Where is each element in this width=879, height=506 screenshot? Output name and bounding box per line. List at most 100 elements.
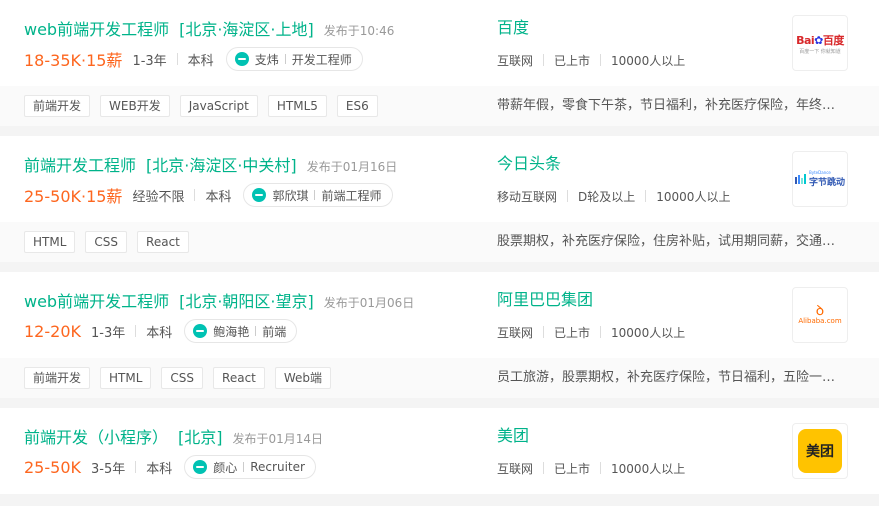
publish-time: 发布于01月14日 [232, 432, 324, 446]
company-name[interactable]: 百度 [497, 16, 685, 40]
company-stage: 已上市 [554, 325, 591, 340]
hr-name: 颜心 [213, 460, 238, 475]
job-location[interactable]: [北京] [178, 424, 223, 448]
skill-tags: 前端开发 HTML CSS React Web端 [0, 367, 341, 389]
divider [543, 326, 545, 338]
skill-tags: 前端开发 WEB开发 JavaScript HTML5 ES6 [0, 95, 388, 117]
skill-tag: HTML5 [267, 95, 327, 117]
skill-tag: React [137, 231, 189, 253]
job-card-bottom: 前端开发 WEB开发 JavaScript HTML5 ES6 带薪年假，零食下… [0, 86, 879, 126]
skill-tags: HTML CSS React [0, 231, 199, 253]
job-location[interactable]: [北京·海淀区·上地] [179, 16, 314, 40]
experience: 1-3年 [90, 325, 126, 341]
job-title[interactable]: web前端开发工程师 [24, 16, 169, 40]
job-title[interactable]: 前端开发（小程序） [24, 424, 168, 448]
company-name[interactable]: 美团 [497, 424, 685, 448]
divider [284, 54, 286, 64]
experience: 经验不限 [132, 189, 185, 205]
divider [600, 54, 602, 66]
skill-tag: HTML [100, 367, 152, 389]
education: 本科 [146, 461, 173, 477]
hr-title: 开发工程师 [291, 52, 352, 67]
job-card-top: web前端开发工程师 [北京·朝阳区·望京] 发布于01月06日 12-20K … [0, 272, 879, 358]
chat-icon [193, 460, 208, 474]
chat-icon [252, 188, 267, 202]
job-location[interactable]: [北京·海淀区·中关村] [146, 152, 297, 176]
job-card[interactable]: web前端开发工程师 [北京·海淀区·上地] 发布于10:46 18-35K·1… [0, 0, 879, 126]
chat-icon [193, 324, 208, 338]
bytedance-logo: ByteDance 字节跳动 [794, 170, 845, 188]
job-card-bottom: 前端开发 HTML CSS React Web端 员工旅游，股票期权，补充医疗保… [0, 358, 879, 398]
divider [243, 462, 245, 472]
company-size: 10000人以上 [656, 189, 731, 204]
meituan-logo: 美团 [798, 429, 842, 473]
skill-tag: ES6 [336, 95, 378, 117]
experience: 3-5年 [90, 461, 126, 477]
hr-contact-chip[interactable]: 颜心 Recruiter [184, 455, 316, 479]
divider [543, 462, 545, 474]
job-location[interactable]: [北京·朝阳区·望京] [179, 288, 314, 312]
company-logo[interactable]: Bai✿百度 百度一下 你就知道 [792, 15, 848, 71]
job-title[interactable]: web前端开发工程师 [24, 288, 169, 312]
job-card[interactable]: web前端开发工程师 [北京·朝阳区·望京] 发布于01月06日 12-20K … [0, 272, 879, 398]
company-stage: 已上市 [554, 53, 591, 68]
company-stage: D轮及以上 [578, 189, 636, 204]
job-card[interactable]: 前端开发工程师 [北京·海淀区·中关村] 发布于01月16日 25-50K·15… [0, 136, 879, 262]
job-card-top: 前端开发（小程序） [北京] 发布于01月14日 25-50K 3-5年 本科 … [0, 408, 879, 494]
hr-name: 支炜 [254, 52, 279, 67]
education: 本科 [187, 53, 214, 69]
divider [314, 190, 316, 200]
skill-tag: CSS [161, 367, 204, 389]
divider [600, 462, 602, 474]
education: 本科 [205, 189, 232, 205]
divider [176, 53, 178, 65]
welfare-text: 股票期权，补充医疗保险，住房补贴，试用期同薪，交通… [497, 234, 836, 249]
company-size: 10000人以上 [611, 461, 686, 476]
alibaba-logo: ꝺ Alibaba.com [798, 303, 842, 325]
skill-tag: WEB开发 [100, 95, 170, 117]
hr-title: 前端 [262, 324, 287, 339]
skill-tag: Web端 [274, 367, 332, 389]
company-logo[interactable]: 美团 [792, 423, 848, 479]
job-card-top: web前端开发工程师 [北京·海淀区·上地] 发布于10:46 18-35K·1… [0, 0, 879, 86]
company-stage: 已上市 [554, 461, 591, 476]
company-industry: 互联网 [497, 461, 534, 476]
chat-icon [234, 52, 249, 66]
skill-tag: JavaScript [179, 95, 258, 117]
education: 本科 [146, 325, 173, 341]
job-card-bottom: HTML CSS React 股票期权，补充医疗保险，住房补贴，试用期同薪，交通… [0, 222, 879, 262]
company-name[interactable]: 今日头条 [497, 152, 730, 176]
company-name[interactable]: 阿里巴巴集团 [497, 288, 685, 312]
job-list: web前端开发工程师 [北京·海淀区·上地] 发布于10:46 18-35K·1… [0, 0, 879, 494]
divider [543, 54, 545, 66]
divider [600, 326, 602, 338]
publish-time: 发布于10:46 [323, 24, 395, 38]
company-industry: 互联网 [497, 325, 534, 340]
job-card-top: 前端开发工程师 [北京·海淀区·中关村] 发布于01月16日 25-50K·15… [0, 136, 879, 222]
job-card[interactable]: 前端开发（小程序） [北京] 发布于01月14日 25-50K 3-5年 本科 … [0, 408, 879, 494]
divider [194, 189, 196, 201]
company-logo[interactable]: ꝺ Alibaba.com [792, 287, 848, 343]
skill-tag: 前端开发 [24, 95, 91, 117]
salary: 25-50K·15薪 [24, 187, 123, 206]
skill-tag: React [213, 367, 265, 389]
job-title[interactable]: 前端开发工程师 [24, 152, 136, 176]
hr-name: 郭欣琪 [272, 188, 309, 203]
hr-title: 前端工程师 [321, 188, 382, 203]
hr-contact-chip[interactable]: 支炜 开发工程师 [225, 47, 363, 71]
skill-tag: HTML [24, 231, 76, 253]
bytedance-bars-icon [794, 174, 806, 184]
experience: 1-3年 [132, 53, 167, 69]
skill-tag: 前端开发 [24, 367, 91, 389]
hr-contact-chip[interactable]: 鲍海艳 前端 [184, 319, 298, 343]
company-industry: 互联网 [497, 53, 534, 68]
welfare-text: 员工旅游，股票期权，补充医疗保险，节日福利，五险一… [497, 370, 836, 385]
salary: 12-20K [24, 321, 81, 341]
hr-contact-chip[interactable]: 郭欣琪 前端工程师 [243, 183, 393, 207]
company-size: 10000人以上 [611, 325, 686, 340]
divider [567, 190, 569, 202]
salary: 25-50K [24, 457, 81, 477]
salary: 18-35K·15薪 [24, 51, 123, 70]
company-logo[interactable]: ByteDance 字节跳动 [792, 151, 848, 207]
hr-title: Recruiter [250, 460, 305, 474]
